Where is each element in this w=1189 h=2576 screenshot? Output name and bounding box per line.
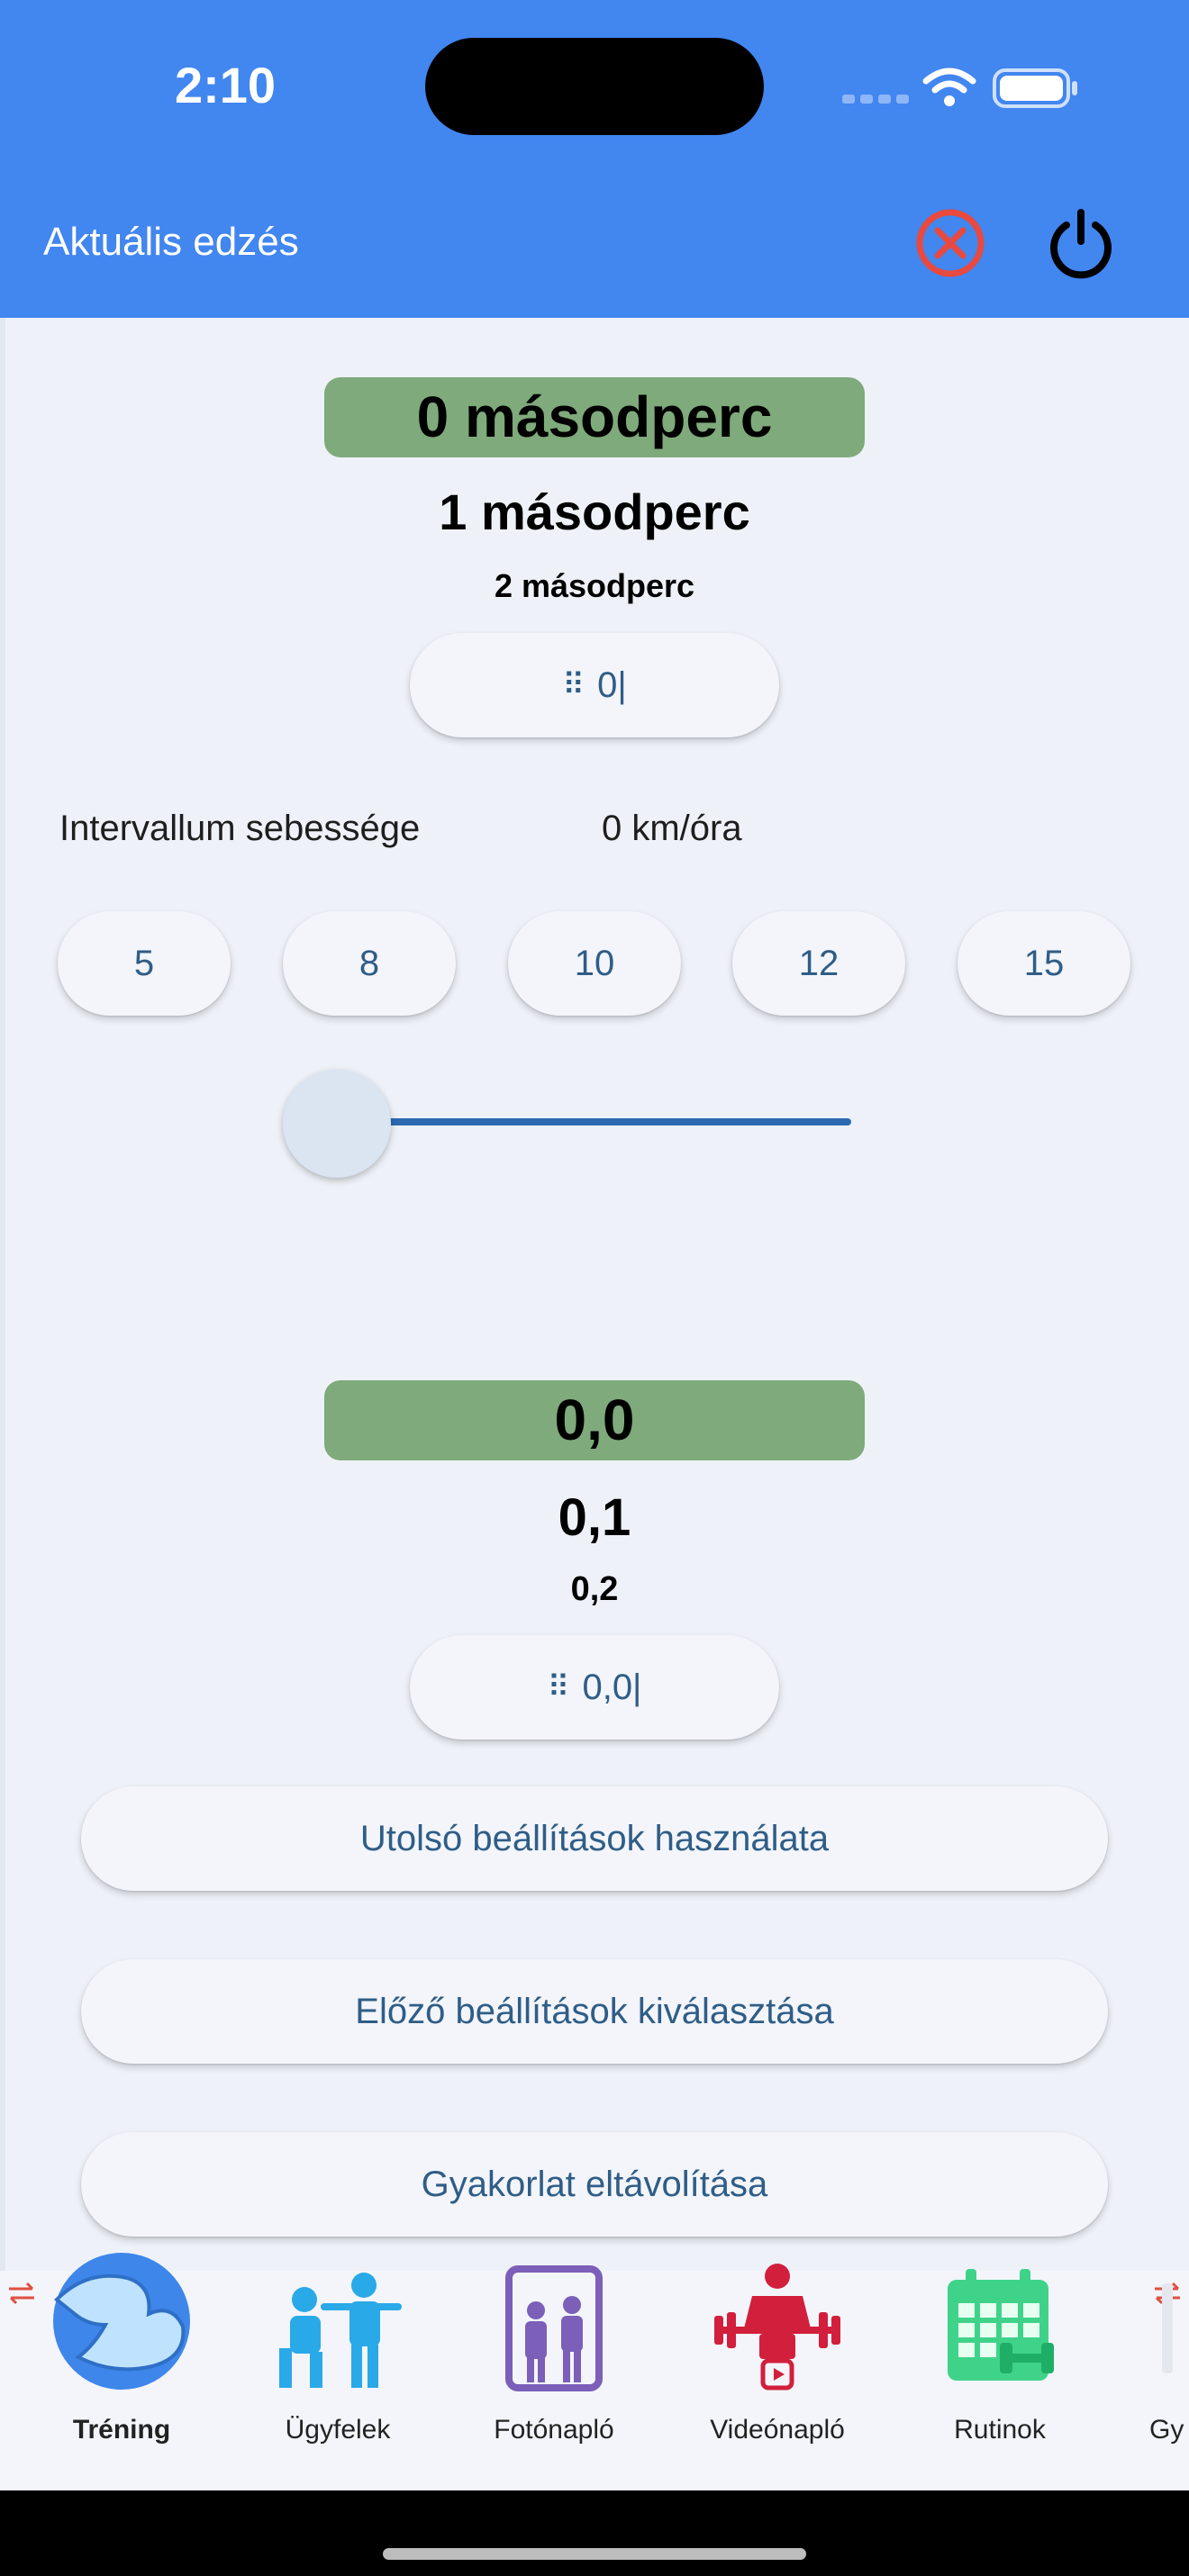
- wifi-icon: [921, 65, 978, 110]
- battery-icon: [993, 67, 1079, 110]
- nav-label-rutinok: Rutinok: [954, 2415, 1046, 2445]
- duration-picker-option[interactable]: 1 másodperc: [0, 483, 1189, 541]
- calendar-routines-icon: [948, 2269, 1054, 2381]
- nav-item-rutinok[interactable]: Rutinok: [901, 2242, 1099, 2458]
- remove-exercise-label: Gyakorlat eltávolítása: [421, 2164, 768, 2204]
- home-indicator-area: [0, 2490, 1189, 2576]
- power-icon: [1050, 209, 1112, 279]
- value-picker-option[interactable]: 0,2: [0, 1570, 1189, 1609]
- video-journal-icon: [714, 2264, 840, 2391]
- speed-value: 0 km/óra: [602, 809, 742, 848]
- photo-journal-icon: [505, 2265, 603, 2391]
- value-keypad-button[interactable]: ⠿ 0,0|: [410, 1635, 779, 1740]
- duration-keypad-value: 0|: [597, 664, 627, 705]
- speed-preset-button[interactable]: 12: [732, 911, 905, 1016]
- keypad-icon: ⠿: [547, 1670, 570, 1704]
- trainer-clients-icon: [279, 2273, 402, 2388]
- nav-label-partial: Gy: [1149, 2415, 1184, 2445]
- duration-keypad-button[interactable]: ⠿ 0|: [410, 633, 779, 737]
- close-circle-icon: [916, 209, 985, 277]
- page-title: Aktuális edzés: [43, 220, 299, 264]
- status-time: 2:10: [174, 57, 277, 113]
- cellular-signal-icon: [842, 94, 914, 104]
- home-indicator[interactable]: [383, 2548, 806, 2560]
- muscle-arm-icon: [53, 2253, 190, 2390]
- value-selected: 0,0: [554, 1387, 635, 1452]
- speed-preset-button[interactable]: 15: [958, 911, 1130, 1016]
- speed-preset-label: 10: [574, 943, 615, 983]
- speed-label: Intervallum sebessége: [59, 809, 421, 848]
- nav-label-videonaplo: Videónapló: [710, 2415, 845, 2445]
- speed-preset-label: 5: [133, 943, 155, 983]
- speed-slider-thumb[interactable]: [283, 1070, 391, 1178]
- duration-picker-option[interactable]: 2 másodperc: [0, 567, 1189, 605]
- speed-slider-track[interactable]: [342, 1118, 851, 1125]
- cancel-workout-button[interactable]: [914, 207, 986, 279]
- speed-preset-button[interactable]: 5: [58, 911, 231, 1016]
- remove-exercise-button[interactable]: Gyakorlat eltávolítása: [81, 2132, 1108, 2237]
- partial-item-icon: [1162, 2283, 1173, 2373]
- select-previous-settings-label: Előző beállítások kiválasztása: [355, 1991, 834, 2031]
- nav-item-trening[interactable]: Tréning: [23, 2242, 221, 2458]
- value-keypad-value: 0,0|: [582, 1667, 642, 1707]
- speed-preset-label: 8: [359, 943, 380, 983]
- speed-preset-button[interactable]: 10: [508, 911, 681, 1016]
- nav-label-fotonaplo: Fotónapló: [494, 2415, 614, 2445]
- nav-item-videonaplo[interactable]: Videónapló: [678, 2242, 876, 2458]
- dynamic-island: [425, 38, 764, 135]
- nav-item-ugyfelek[interactable]: Ügyfelek: [239, 2242, 437, 2458]
- content-border: [0, 318, 5, 2272]
- duration-selected-value: 0 másodperc: [416, 384, 773, 449]
- nav-label-trening: Tréning: [72, 2415, 171, 2445]
- speed-preset-label: 12: [798, 943, 840, 983]
- value-picker-selected[interactable]: 0,0: [324, 1380, 865, 1460]
- speed-preset-button[interactable]: 8: [283, 911, 456, 1016]
- duration-picker-selected[interactable]: 0 másodperc: [324, 377, 865, 457]
- speed-preset-label: 15: [1023, 943, 1065, 983]
- nav-item-partial[interactable]: Gy: [1142, 2242, 1189, 2458]
- keypad-icon: ⠿: [562, 668, 585, 702]
- power-button[interactable]: [1043, 205, 1119, 281]
- nav-item-fotonaplo[interactable]: Fotónapló: [455, 2242, 653, 2458]
- value-picker-option[interactable]: 0,1: [0, 1487, 1189, 1548]
- use-last-settings-label: Utolsó beállítások használata: [359, 1818, 830, 1858]
- use-last-settings-button[interactable]: Utolsó beállítások használata: [81, 1786, 1108, 1891]
- select-previous-settings-button[interactable]: Előző beállítások kiválasztása: [81, 1959, 1108, 2064]
- nav-label-ugyfelek: Ügyfelek: [285, 2415, 391, 2445]
